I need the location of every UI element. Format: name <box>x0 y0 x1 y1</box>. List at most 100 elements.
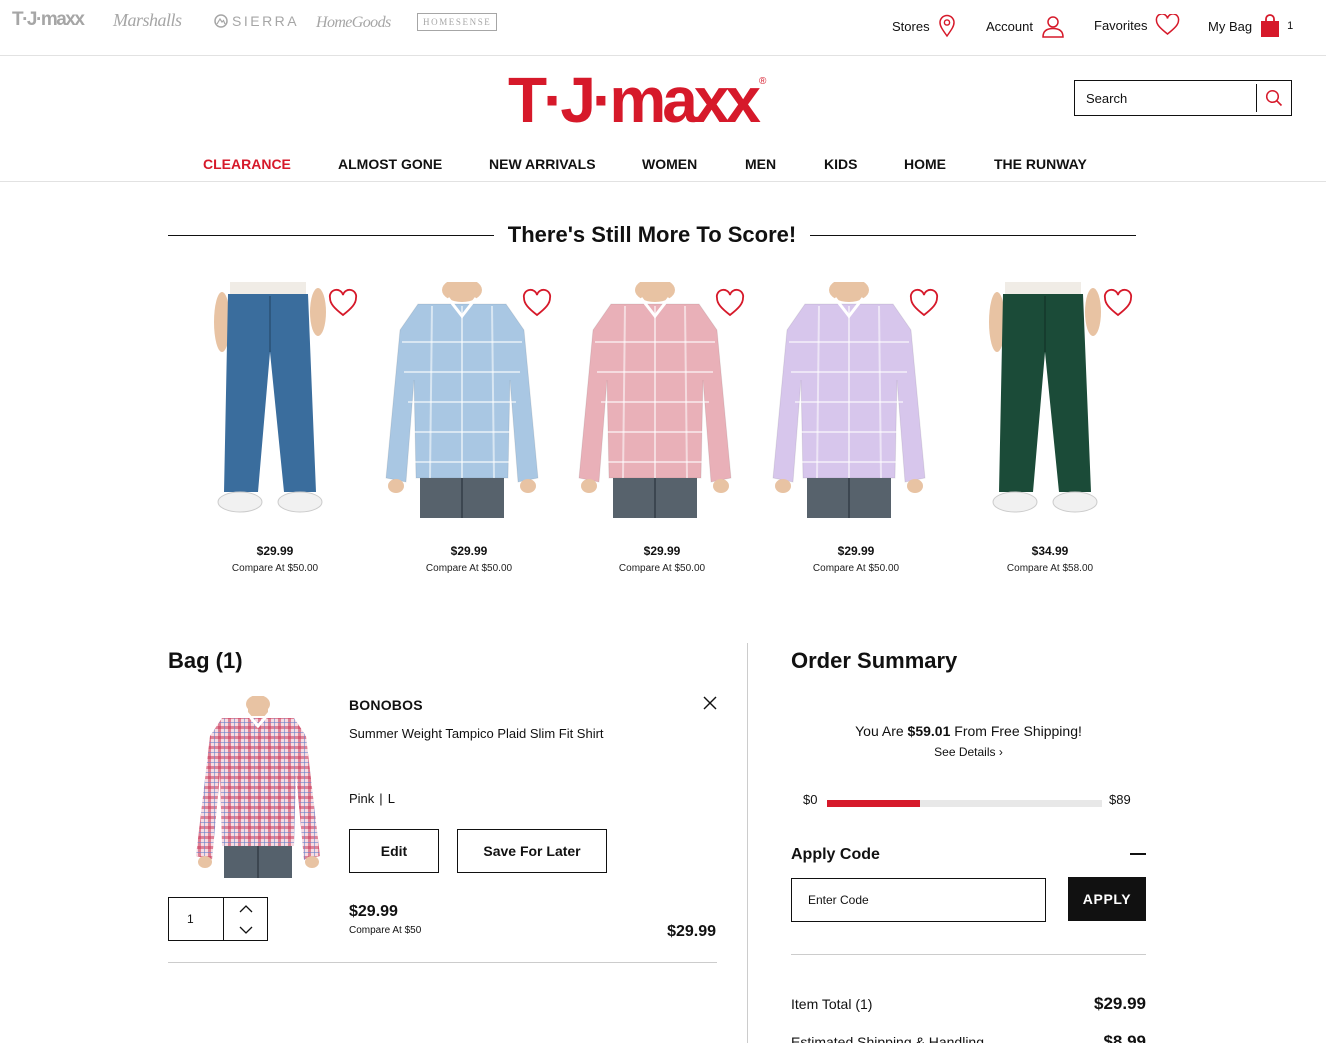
brand-link-sierra[interactable]: SIERRA <box>214 13 299 29</box>
product-card[interactable]: $29.99 Compare At $50.00 <box>759 278 939 582</box>
product-card[interactable]: $29.99 Compare At $50.00 <box>372 278 552 582</box>
nav-almost-gone[interactable]: ALMOST GONE <box>338 156 442 172</box>
column-divider <box>747 643 748 1043</box>
favorite-heart-icon[interactable] <box>715 288 745 323</box>
stores-label: Stores <box>892 18 930 34</box>
location-pin-icon <box>938 14 956 38</box>
utility-bar: T·J·maxx Marshalls SIERRA HomeGoods HOME… <box>0 0 1326 56</box>
bag-item-price: $29.99 <box>349 903 398 920</box>
logo-registered-mark: ® <box>759 76 767 87</box>
product-price: $29.99 <box>256 544 294 558</box>
account-link[interactable]: Account <box>986 14 1065 38</box>
bag-item-line-total: $29.99 <box>667 923 716 940</box>
search-box <box>1074 80 1292 116</box>
account-label: Account <box>986 18 1033 34</box>
brand-link-tjmaxx[interactable]: T·J·maxx <box>12 9 85 31</box>
ship-msg-suffix: From Free Shipping! <box>950 723 1082 739</box>
chevron-up-icon <box>239 904 252 912</box>
nav-clearance[interactable]: CLEARANCE <box>203 156 291 172</box>
quantity-stepper <box>168 897 268 941</box>
product-compare-price: Compare At $50.00 <box>425 563 513 574</box>
product-compare-price: Compare At $50.00 <box>618 563 706 574</box>
apply-code-heading[interactable]: Apply Code <box>791 846 880 864</box>
product-price: $34.99 <box>1031 544 1069 558</box>
my-bag-label: My Bag <box>1208 18 1253 34</box>
favorite-heart-icon[interactable] <box>328 288 358 323</box>
bag-divider <box>168 962 717 963</box>
ship-msg-amount: $59.01 <box>907 723 951 739</box>
remove-item-button[interactable] <box>700 693 720 713</box>
bag-title: Bag (1) <box>168 648 243 673</box>
main-nav: CLEARANCE ALMOST GONE NEW ARRIVALS WOMEN… <box>0 146 1326 182</box>
heart-icon <box>1155 14 1180 36</box>
quantity-increase[interactable] <box>224 898 267 919</box>
shipping-progress-bar <box>827 800 1102 807</box>
order-summary-title: Order Summary <box>791 648 958 673</box>
apply-code-button[interactable]: APPLY <box>1068 877 1146 921</box>
close-icon <box>703 696 717 710</box>
recommendations-header: There's Still More To Score! <box>168 220 1137 250</box>
favorites-link[interactable]: Favorites <box>1094 14 1180 36</box>
brand-link-homesense[interactable]: HOMESENSE <box>417 13 498 31</box>
progress-max-label: $89 <box>1109 792 1131 807</box>
nav-women[interactable]: WOMEN <box>642 156 697 172</box>
promo-code-input[interactable] <box>791 878 1046 922</box>
brand-link-marshalls[interactable]: Marshalls <box>113 10 182 31</box>
save-for-later-button[interactable]: Save For Later <box>457 829 607 873</box>
my-bag-link[interactable]: My Bag 1 <box>1208 14 1293 38</box>
bag-item-name[interactable]: Summer Weight Tampico Plaid Slim Fit Shi… <box>349 725 619 743</box>
edit-button[interactable]: Edit <box>349 829 439 873</box>
quantity-input[interactable] <box>169 898 224 940</box>
product-card[interactable]: $29.99 Compare At $50.00 <box>565 278 745 582</box>
product-compare-price: Compare At $50.00 <box>812 563 900 574</box>
nav-kids[interactable]: KIDS <box>824 156 857 172</box>
product-compare-price: Compare At $58.00 <box>1006 563 1094 574</box>
bag-item-compare-price: Compare At $50 <box>349 925 422 936</box>
stores-link[interactable]: Stores <box>892 14 956 38</box>
recommendations-title: There's Still More To Score! <box>507 222 797 247</box>
nav-men[interactable]: MEN <box>745 156 776 172</box>
bag-item-color: Pink <box>349 791 375 806</box>
brand-link-homegoods[interactable]: HomeGoods <box>316 14 391 32</box>
see-details-link[interactable]: See Details › <box>791 745 1146 759</box>
item-total-label: Item Total (1) <box>791 996 873 1012</box>
favorite-heart-icon[interactable] <box>1103 288 1133 323</box>
product-card[interactable]: $34.99 Compare At $58.00 <box>953 282 1133 582</box>
shipping-label: Estimated Shipping & Handling <box>791 1034 985 1043</box>
nav-new-arrivals[interactable]: NEW ARRIVALS <box>489 156 596 172</box>
sierra-label: SIERRA <box>232 13 300 29</box>
sierra-mountain-icon <box>214 14 228 28</box>
product-price: $29.99 <box>837 544 875 558</box>
ship-msg-prefix: You Are <box>855 723 908 739</box>
product-compare-price: Compare At $50.00 <box>231 563 319 574</box>
shipping-progress-fill <box>827 800 920 807</box>
free-shipping-message: You Are $59.01 From Free Shipping! <box>791 723 1146 739</box>
favorites-label: Favorites <box>1094 17 1148 33</box>
product-price: $29.99 <box>450 544 488 558</box>
favorite-heart-icon[interactable] <box>522 288 552 323</box>
bag-item-brand: BONOBOS <box>349 697 423 713</box>
nav-the-runway[interactable]: THE RUNWAY <box>994 156 1087 172</box>
tjmaxx-logo[interactable]: T·J·maxx ® <box>508 68 766 140</box>
order-summary-divider <box>791 954 1146 955</box>
item-total-value: $29.99 <box>1094 994 1146 1013</box>
header-rule-right <box>810 234 1137 236</box>
nav-home[interactable]: HOME <box>904 156 946 172</box>
search-icon <box>1265 89 1283 107</box>
bag-item-image[interactable] <box>188 695 328 878</box>
variant-separator: | <box>379 791 383 806</box>
collapse-minus-icon[interactable] <box>1130 853 1146 855</box>
quantity-decrease[interactable] <box>224 919 267 940</box>
shopping-bag-icon <box>1260 14 1280 38</box>
product-price: $29.99 <box>643 544 681 558</box>
bag-item-variant: Pink | L <box>349 791 395 806</box>
bag-count-badge: 1 <box>1287 20 1294 32</box>
product-card[interactable]: $29.99 Compare At $50.00 <box>178 282 358 582</box>
search-input[interactable] <box>1075 81 1255 115</box>
chevron-down-icon <box>239 926 252 934</box>
favorite-heart-icon[interactable] <box>909 288 939 323</box>
search-button[interactable] <box>1257 81 1291 115</box>
bag-item-size: L <box>387 791 395 806</box>
logo-wordmark: T·J·maxx <box>508 64 761 136</box>
shipping-value: $8.99 <box>1103 1032 1146 1043</box>
